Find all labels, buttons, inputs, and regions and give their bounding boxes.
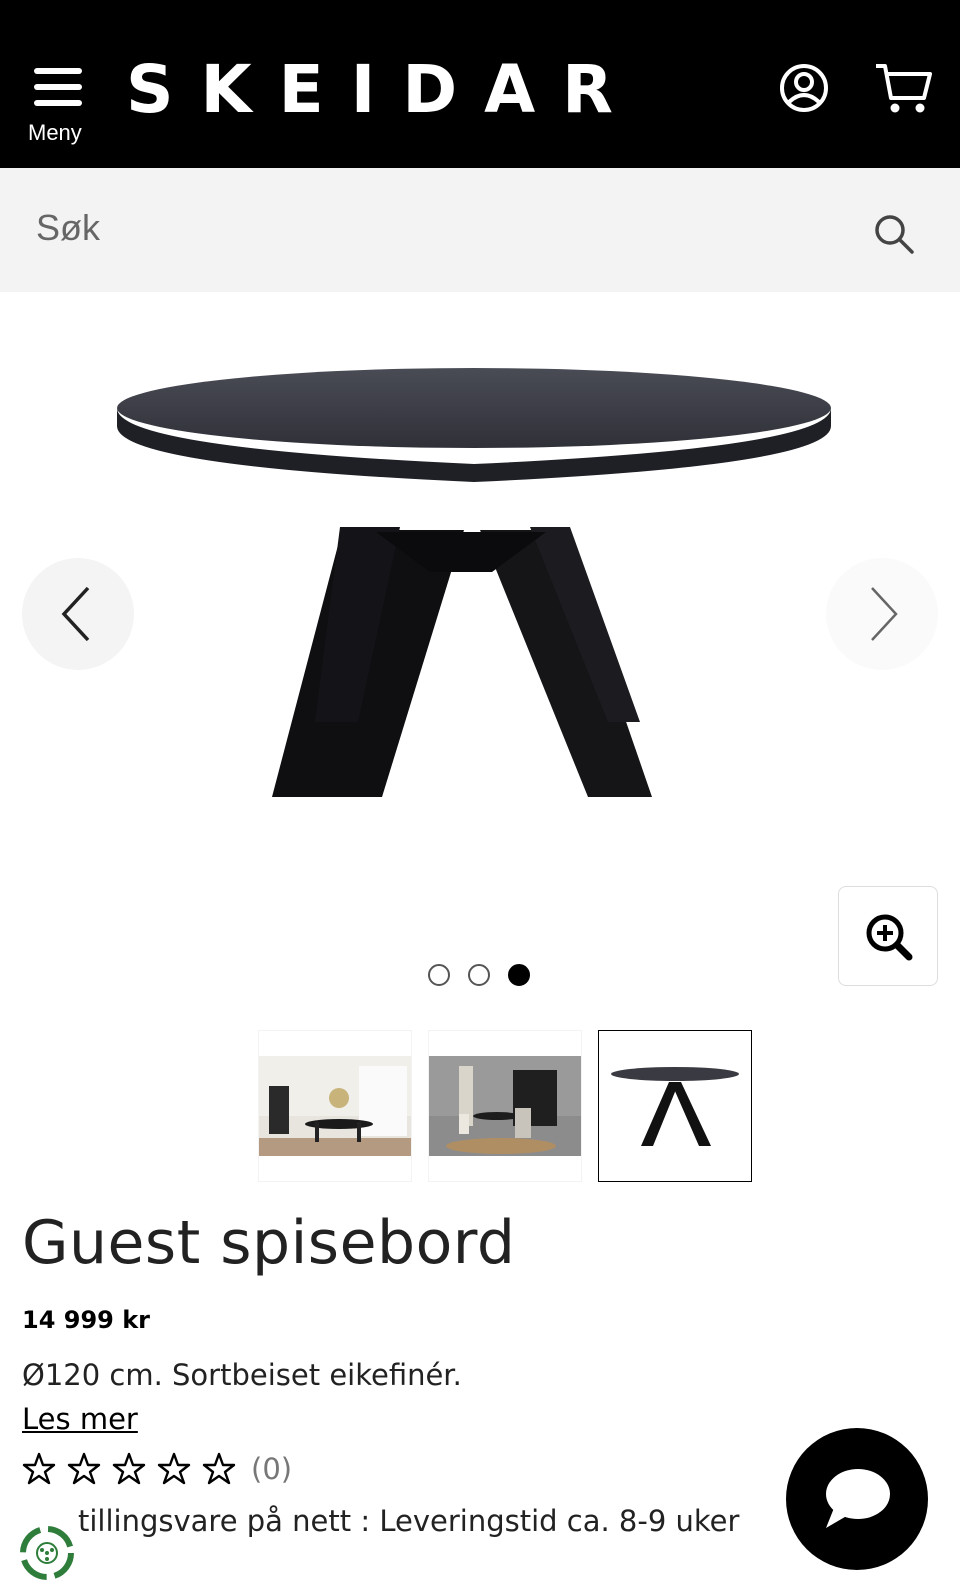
product-price: 14 999 kr (22, 1306, 151, 1334)
chevron-right-icon (871, 587, 898, 641)
menu-label: Meny (28, 120, 82, 145)
product-image (117, 368, 831, 797)
zoom-button[interactable] (838, 886, 938, 986)
cart-icon[interactable] (874, 62, 934, 116)
previous-image-button[interactable] (22, 558, 134, 670)
thumbnail-strip (258, 1030, 752, 1182)
product-gallery (0, 292, 960, 1012)
rating-count: (0) (251, 1452, 293, 1486)
read-more-link[interactable]: Les mer (22, 1402, 138, 1436)
search-icon[interactable] (872, 212, 916, 256)
product-title: Guest spisebord (22, 1208, 516, 1278)
site-logo[interactable]: SKEIDAR (126, 52, 640, 128)
product-rating[interactable]: (0) (22, 1452, 292, 1486)
next-image-button[interactable] (826, 558, 938, 670)
thumbnail-table[interactable] (598, 1030, 752, 1182)
star-icon (202, 1452, 236, 1485)
menu-icon-bar (34, 84, 82, 90)
thumbnail-image (599, 1056, 751, 1156)
account-icon[interactable] (778, 62, 830, 114)
carousel-dots (428, 964, 530, 988)
search-bar (0, 168, 960, 292)
thumbnail-dining-room-2[interactable] (428, 1030, 582, 1182)
recycle-icon (20, 1526, 74, 1580)
menu-icon (34, 68, 82, 74)
star-icon (22, 1452, 56, 1485)
chevron-left-icon (61, 586, 90, 642)
star-icon (67, 1452, 101, 1485)
thumbnail-image (259, 1056, 411, 1156)
search-input[interactable] (36, 196, 836, 260)
chat-button[interactable] (786, 1428, 928, 1570)
menu-button[interactable]: Meny (26, 62, 88, 152)
thumbnail-image (429, 1056, 581, 1156)
delivery-info: tillingsvare på nett : Leveringstid ca. … (78, 1504, 740, 1538)
carousel-dot[interactable] (468, 964, 490, 986)
star-icon (112, 1452, 146, 1485)
chat-bubble-icon (826, 1469, 890, 1528)
thumbnail-dining-room-1[interactable] (258, 1030, 412, 1182)
product-description: Ø120 cm. Sortbeiset eikefinér. (22, 1358, 462, 1392)
carousel-dot[interactable] (428, 964, 450, 986)
menu-icon-bar (34, 100, 82, 106)
site-header: Meny SKEIDAR (0, 0, 960, 168)
zoom-in-icon (866, 914, 913, 961)
carousel-dot-active[interactable] (508, 964, 530, 986)
star-icon (157, 1452, 191, 1485)
